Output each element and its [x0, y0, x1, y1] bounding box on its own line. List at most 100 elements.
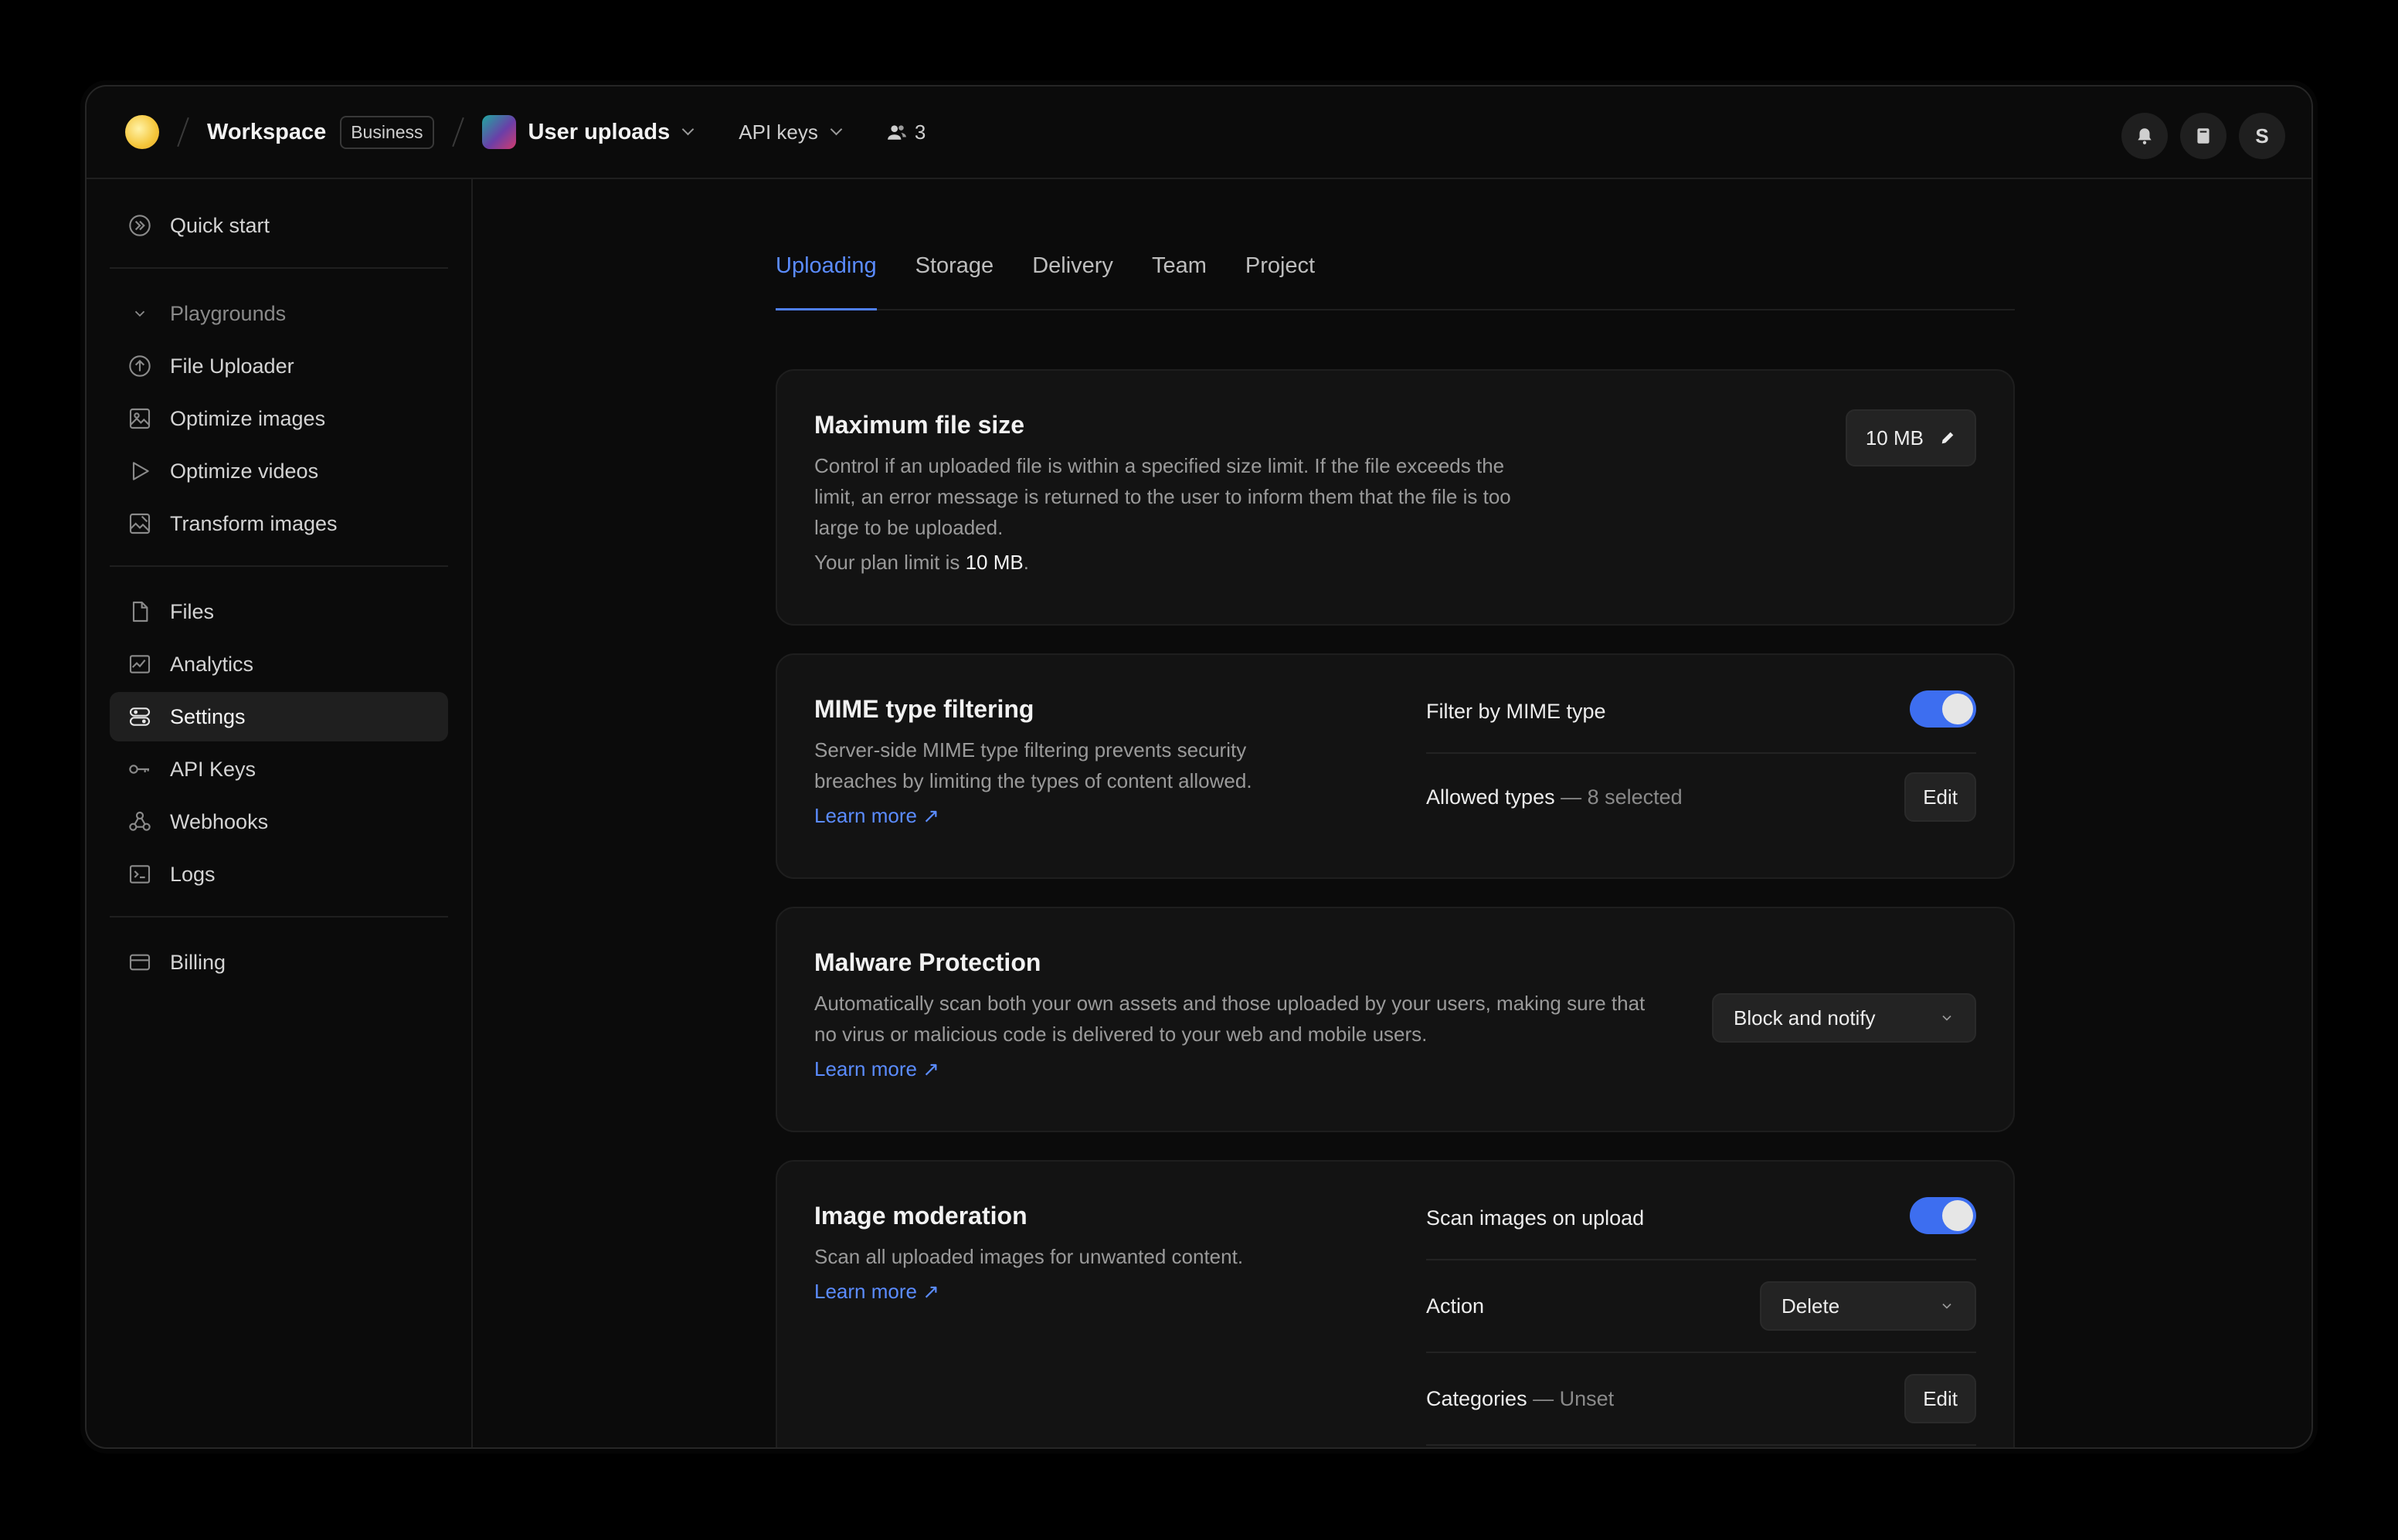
api-keys-menu-label: API keys	[739, 120, 818, 144]
docs-button[interactable]	[2180, 113, 2226, 159]
sidebar-item-quick-start[interactable]: Quick start	[110, 201, 448, 250]
breadcrumb-separator	[177, 117, 189, 148]
sidebar-group-playgrounds[interactable]: Playgrounds	[110, 289, 448, 338]
learn-more-link[interactable]: Learn more ↗	[814, 1280, 939, 1304]
plan-limit-prefix: Your plan limit is	[814, 551, 960, 574]
max-file-size-value: 10 MB	[1865, 426, 1924, 449]
action-label: Action	[1426, 1294, 1485, 1318]
chevron-down-icon	[830, 123, 843, 135]
categories-edit-button[interactable]: Edit	[1904, 1374, 1976, 1423]
plan-limit-suffix: .	[1023, 551, 1029, 574]
file-icon	[127, 599, 153, 625]
tab-uploading[interactable]: Uploading	[776, 241, 877, 310]
settings-tabs: Uploading Storage Delivery Team Project	[776, 241, 2015, 310]
sidebar-item-label: Webhooks	[170, 809, 269, 833]
learn-more-link[interactable]: Learn more ↗	[814, 1057, 939, 1081]
sidebar-divider	[110, 916, 448, 918]
members-button[interactable]: 3	[887, 120, 926, 144]
bell-icon	[2138, 128, 2152, 144]
card-description: Automatically scan both your own assets …	[814, 992, 1646, 1046]
sidebar-item-label: File Uploader	[170, 354, 294, 378]
tab-project[interactable]: Project	[1245, 241, 1315, 309]
filter-label: Filter by MIME type	[1426, 700, 1606, 723]
allowed-types-text: Allowed types — 8 selected	[1426, 785, 1683, 809]
sidebar-item-label: Settings	[170, 704, 246, 728]
image-icon	[127, 405, 153, 432]
tab-team[interactable]: Team	[1152, 241, 1207, 309]
settings-content: Uploading Storage Delivery Team Project …	[776, 241, 2015, 1447]
allowed-types-row: Allowed types — 8 selected Edit	[1426, 772, 1976, 822]
tab-delivery[interactable]: Delivery	[1032, 241, 1113, 309]
notifications-button[interactable]	[2121, 113, 2168, 159]
scan-images-toggle[interactable]	[1910, 1197, 1976, 1234]
tab-storage[interactable]: Storage	[915, 241, 994, 309]
sidebar-item-file-uploader[interactable]: File Uploader	[110, 341, 448, 391]
moderation-action-select[interactable]: Delete	[1760, 1281, 1976, 1331]
sidebar-item-transform-images[interactable]: Transform images	[110, 499, 448, 548]
sidebar-item-optimize-images[interactable]: Optimize images	[110, 394, 448, 443]
card-description: Control if an uploaded file is within a …	[814, 454, 1511, 539]
plan-badge: Business	[340, 115, 434, 149]
sidebar-item-analytics[interactable]: Analytics	[110, 639, 448, 689]
external-arrow-icon: ↗	[922, 1057, 939, 1080]
malware-action-select[interactable]: Block and notify	[1712, 993, 1976, 1043]
sidebar-item-label: Optimize videos	[170, 459, 319, 483]
allowed-types-edit-button[interactable]: Edit	[1904, 772, 1976, 822]
learn-more-link[interactable]: Learn more ↗	[814, 804, 939, 828]
plan-limit-text: Your plan limit is 10 MB.	[814, 551, 1976, 575]
sidebar-item-api-keys[interactable]: API Keys	[110, 745, 448, 794]
breadcrumb-separator	[451, 117, 464, 148]
toggle-knob	[1942, 1200, 1973, 1231]
allowed-types-count: — 8 selected	[1561, 785, 1683, 809]
sidebar-item-webhooks[interactable]: Webhooks	[110, 797, 448, 846]
learn-more-label: Learn more	[814, 804, 917, 827]
main-area: Uploading Storage Delivery Team Project …	[474, 179, 2311, 1447]
api-keys-menu[interactable]: API keys	[739, 120, 843, 144]
max-file-size-card: Maximum file size Control if an uploaded…	[776, 369, 2015, 626]
image-transform-icon	[127, 511, 153, 537]
malware-protection-card: Malware Protection Automatically scan bo…	[776, 907, 2015, 1132]
play-icon	[127, 458, 153, 484]
app-window: Workspace Business User uploads API keys…	[85, 85, 2313, 1449]
mime-filter-card: MIME type filtering Server-side MIME typ…	[776, 653, 2015, 879]
card-title: MIME type filtering	[814, 695, 1034, 723]
learn-more-label: Learn more	[814, 1057, 917, 1080]
image-moderation-card: Image moderation Scan all uploaded image…	[776, 1160, 2015, 1447]
sidebar-item-label: Billing	[170, 950, 226, 974]
scan-row: Scan images on upload	[1426, 1197, 1976, 1260]
card-description: Server-side MIME type filtering prevents…	[814, 738, 1252, 792]
users-icon	[887, 125, 906, 140]
sidebar-item-settings[interactable]: Settings	[110, 692, 448, 741]
project-switcher[interactable]: User uploads	[481, 115, 695, 149]
filter-row: Filter by MIME type	[1426, 690, 1976, 754]
user-avatar[interactable]: S	[2239, 113, 2285, 159]
sidebar-item-label: Transform images	[170, 511, 338, 535]
categories-row: Categories — Unset Edit	[1426, 1353, 1976, 1446]
book-icon	[2197, 128, 2209, 144]
project-name: User uploads	[528, 119, 671, 144]
categories-value: — Unset	[1533, 1386, 1615, 1410]
moderation-controls: Scan images on upload Action Delete Cate…	[1426, 1197, 1976, 1446]
key-icon	[127, 756, 153, 782]
sidebar-item-optimize-videos[interactable]: Optimize videos	[110, 446, 448, 496]
sidebar-item-logs[interactable]: Logs	[110, 850, 448, 899]
project-icon	[481, 115, 516, 149]
sidebar-divider	[110, 565, 448, 567]
card-title: Malware Protection	[814, 948, 1041, 976]
top-right-actions: S	[2121, 113, 2285, 159]
external-arrow-icon: ↗	[922, 804, 939, 827]
action-row: Action Delete	[1426, 1260, 1976, 1353]
allowed-types-label: Allowed types	[1426, 785, 1555, 809]
sidebar-item-billing[interactable]: Billing	[110, 938, 448, 987]
plan-limit-value: 10 MB	[965, 551, 1024, 574]
workspace-name[interactable]: Workspace	[207, 120, 326, 145]
sidebar-item-files[interactable]: Files	[110, 587, 448, 636]
workspace-logo[interactable]	[125, 115, 159, 149]
chevron-down-icon	[1942, 1015, 1951, 1021]
sidebar-item-label: Analytics	[170, 652, 254, 676]
max-file-size-edit-button[interactable]: 10 MB	[1845, 409, 1976, 466]
filter-mime-toggle[interactable]	[1910, 690, 1976, 728]
credit-card-icon	[127, 949, 153, 975]
chart-icon	[127, 651, 153, 677]
toggles-icon	[127, 704, 153, 730]
